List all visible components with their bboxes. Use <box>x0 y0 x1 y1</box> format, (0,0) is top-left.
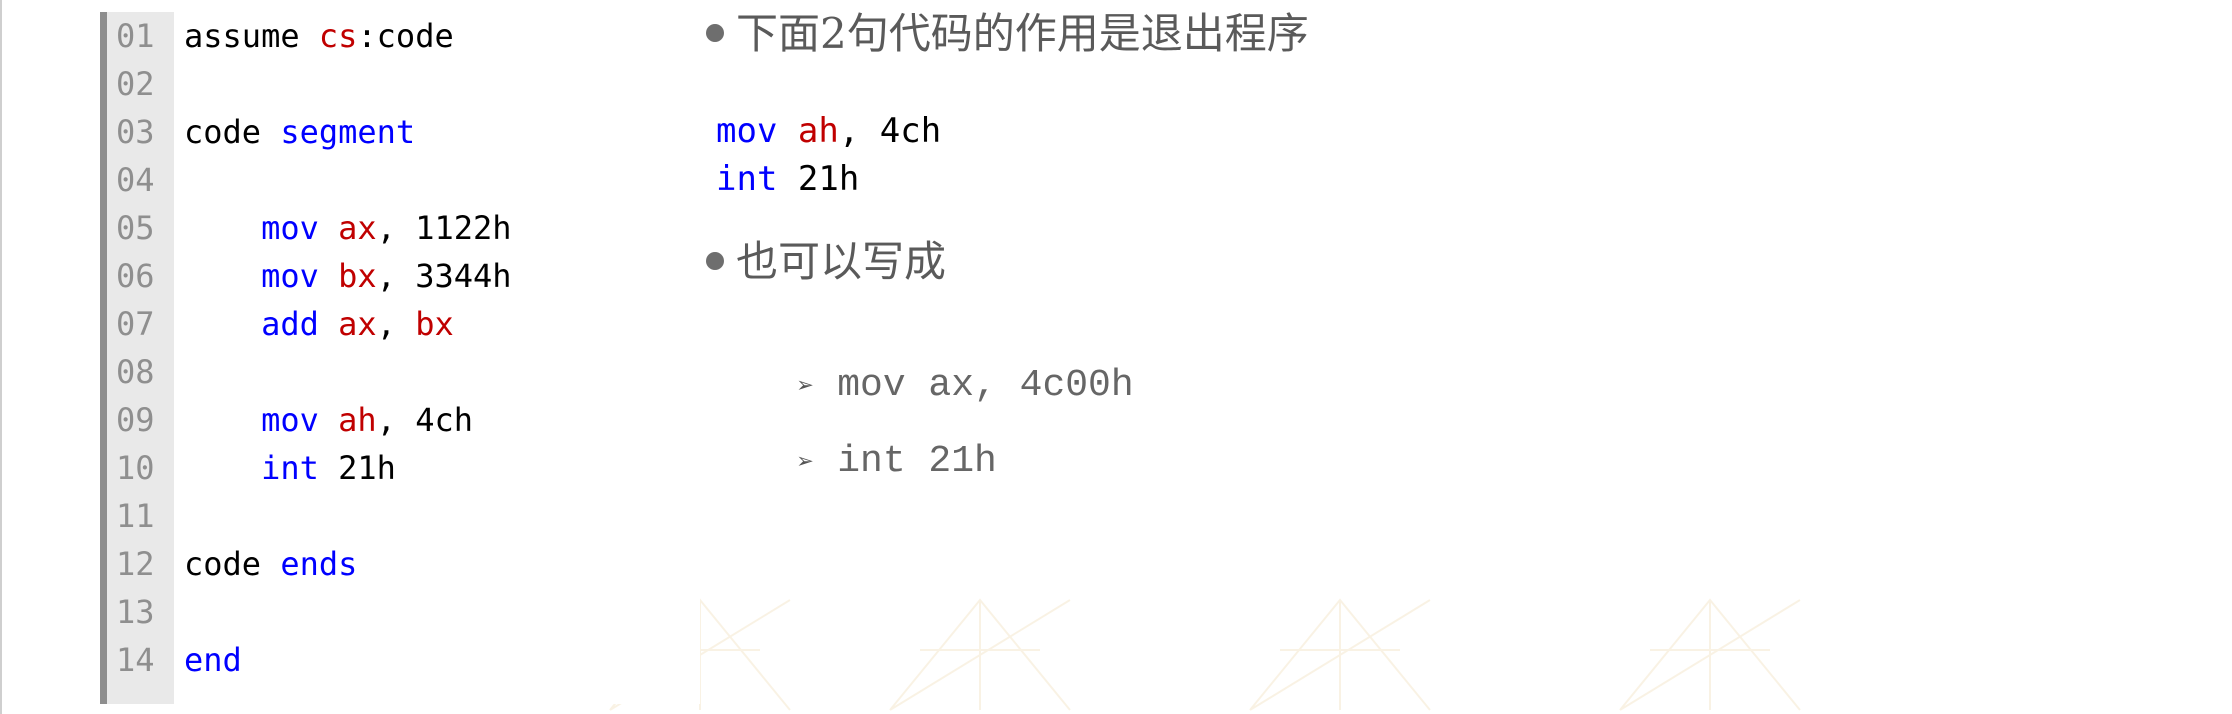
line-number: 10 <box>116 449 155 487</box>
code-line: 06 mov bx, 3344h <box>100 252 512 300</box>
code-line: 03 code segment <box>100 108 415 156</box>
register-token: ah <box>797 111 839 151</box>
keyword-token: mov <box>261 401 319 439</box>
code-text: mov ah, 4ch <box>174 396 473 444</box>
code-line: 07 add ax, bx <box>100 300 454 348</box>
code-line: 02 <box>100 60 184 108</box>
register-token: bx <box>415 305 454 343</box>
line-number: 04 <box>116 161 155 199</box>
code-listing-panel: 01 assume cs:code 02 03 code segment 04 05 mov… <box>100 12 700 704</box>
line-number: 07 <box>116 305 155 343</box>
register-token: ax <box>338 305 377 343</box>
line-number: 08 <box>116 353 155 391</box>
code-text: mov ax, 1122h <box>174 204 512 252</box>
notes-column: 下面2句代码的作用是退出程序 mov ah, 4ch int 21h 也可以写成… <box>706 0 2106 483</box>
keyword-token: mov <box>716 111 778 151</box>
code-token: :code <box>357 17 454 55</box>
code-text: add ax, bx <box>174 300 454 348</box>
bullet-text: 下面2句代码的作用是退出程序 <box>736 9 1309 58</box>
line-number: 03 <box>116 113 155 151</box>
code-text: mov bx, 3344h <box>174 252 512 300</box>
code-line: 09 mov ah, 4ch <box>100 396 473 444</box>
line-number: 11 <box>116 497 155 535</box>
line-number: 13 <box>116 593 155 631</box>
code-token: , 1122h <box>376 209 512 247</box>
background-watermark-pattern <box>609 598 1801 711</box>
bullet-text: 也可以写成 <box>736 237 947 286</box>
keyword-token: ends <box>280 545 358 583</box>
code-token: assume <box>184 17 319 55</box>
code-line: 08 <box>100 348 184 396</box>
code-token: , 4ch <box>376 401 473 439</box>
code-token: 21h <box>777 159 860 199</box>
code-text: code ends <box>174 540 357 588</box>
code-token: code <box>184 113 281 151</box>
code-text: int 21h <box>174 444 396 492</box>
snippet-line-2: int 21h <box>716 155 859 203</box>
register-token: cs <box>318 17 358 55</box>
code-token: , 3344h <box>376 257 512 295</box>
code-line: 01 assume cs:code <box>100 12 454 60</box>
keyword-token: mov <box>261 257 319 295</box>
code-token: code <box>184 545 281 583</box>
bullet-dot-icon <box>706 252 724 270</box>
code-line: 12 code ends <box>100 540 357 588</box>
sub-item-mov: ➢ mov ax, 4c00h <box>706 308 1133 407</box>
code-line: 04 <box>100 156 184 204</box>
keyword-token: end <box>184 641 242 679</box>
code-text: end <box>174 636 242 684</box>
bullet-item-alternative: 也可以写成 <box>706 232 946 292</box>
register-token: ah <box>338 401 377 439</box>
snippet-line-1: mov ah, 4ch <box>716 107 941 155</box>
sub-item-text: int 21h <box>837 440 997 483</box>
keyword-token: int <box>716 159 778 199</box>
bullet-dot-icon <box>706 24 724 42</box>
left-frame-border <box>0 0 2 714</box>
code-line: 11 <box>100 492 184 540</box>
keyword-token: add <box>261 305 319 343</box>
line-number: 12 <box>116 545 155 583</box>
code-token: , <box>376 305 416 343</box>
line-number: 09 <box>116 401 155 439</box>
code-token: 21h <box>318 449 396 487</box>
code-text: code segment <box>174 108 415 156</box>
sub-item-int: ➢ int 21h <box>706 384 997 483</box>
code-text: assume cs:code <box>174 12 454 60</box>
code-line: 05 mov ax, 1122h <box>100 204 512 252</box>
arrow-bullet-icon: ➢ <box>797 449 815 480</box>
code-line: 13 <box>100 588 184 636</box>
keyword-token: int <box>261 449 319 487</box>
code-line: 10 int 21h <box>100 444 396 492</box>
line-number: 02 <box>116 65 155 103</box>
code-token: , 4ch <box>838 111 942 151</box>
register-token: bx <box>338 257 377 295</box>
line-number: 06 <box>116 257 155 295</box>
keyword-token: segment <box>280 113 416 151</box>
bullet-item-exit: 下面2句代码的作用是退出程序 <box>706 4 1309 64</box>
line-number: 01 <box>116 17 155 55</box>
line-number: 05 <box>116 209 155 247</box>
register-token: ax <box>338 209 377 247</box>
line-number: 14 <box>116 641 155 679</box>
keyword-token: mov <box>261 209 319 247</box>
code-line: 14 end <box>100 636 242 684</box>
